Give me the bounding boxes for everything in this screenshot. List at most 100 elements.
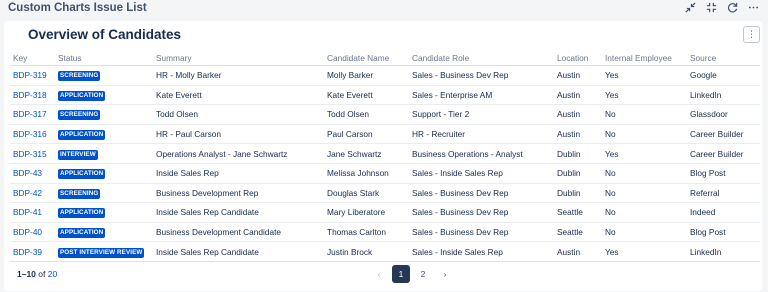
candidates-table: Key Status Summary Candidate Name Candid… bbox=[10, 51, 760, 262]
candidate-role-cell: Business Operations - Analyst bbox=[412, 143, 557, 164]
column-header-internal-employee[interactable]: Internal Employee bbox=[605, 51, 690, 66]
issue-key-cell: BDP-41 bbox=[10, 202, 58, 223]
column-header-candidate-name[interactable]: Candidate Name bbox=[327, 51, 412, 66]
candidate-name-cell: Justin Brock bbox=[327, 241, 412, 262]
table-row[interactable]: BDP-318 APPLICATION Kate Everett Kate Evere… bbox=[10, 85, 760, 106]
issue-key-link[interactable]: BDP-42 bbox=[13, 188, 42, 198]
table-row[interactable]: BDP-43 APPLICATION Inside Sales Rep Melissa… bbox=[10, 163, 760, 184]
candidate-name-cell: Douglas Stark bbox=[327, 183, 412, 204]
more-options-icon[interactable] bbox=[747, 1, 760, 14]
source-cell: Blog Post bbox=[690, 163, 760, 184]
summary-cell: Inside Sales Rep bbox=[156, 163, 327, 184]
column-header-key[interactable]: Key bbox=[10, 51, 58, 66]
candidate-role-cell: Sales - Business Dev Rep bbox=[412, 222, 557, 243]
status-cell: SCREENING bbox=[58, 65, 156, 86]
internal-employee-cell: Yes bbox=[605, 241, 690, 262]
column-header-status[interactable]: Status bbox=[58, 51, 156, 66]
column-header-source[interactable]: Source bbox=[690, 51, 760, 66]
candidate-role-cell: Sales - Enterprise AM bbox=[412, 85, 557, 106]
chevron-left-icon: ‹ bbox=[377, 269, 381, 279]
table-row[interactable]: BDP-42 SCREENING Business Development Rep D… bbox=[10, 183, 760, 204]
source-cell: Career Builder bbox=[690, 143, 760, 164]
issue-key-link[interactable]: BDP-317 bbox=[13, 109, 47, 119]
issue-key-link[interactable]: BDP-319 bbox=[13, 70, 47, 80]
previous-page-button[interactable]: ‹ bbox=[370, 265, 388, 283]
candidates-card: Overview of Candidates ⋮ Key Status Summ… bbox=[4, 21, 762, 291]
candidate-name-cell: Jane Schwartz bbox=[327, 143, 412, 164]
issue-key-cell: BDP-42 bbox=[10, 183, 58, 204]
summary-cell: Business Development Rep bbox=[156, 183, 327, 204]
issue-key-cell: BDP-319 bbox=[10, 65, 58, 86]
refresh-icon[interactable] bbox=[726, 1, 739, 14]
status-badge: SCREENING bbox=[58, 71, 101, 82]
status-cell: POST INTERVIEW REVIEW bbox=[58, 241, 156, 262]
candidate-name-cell: Paul Carson bbox=[327, 124, 412, 145]
issue-key-cell: BDP-317 bbox=[10, 104, 58, 125]
location-cell: Seattle bbox=[557, 222, 605, 243]
card-more-button[interactable]: ⋮ bbox=[743, 26, 760, 43]
source-cell: Referral bbox=[690, 183, 760, 204]
result-range: 1–10 bbox=[17, 269, 36, 279]
source-cell: Glassdoor bbox=[690, 104, 760, 125]
table-row[interactable]: BDP-315 INTERVIEW Operations Analyst - Jan… bbox=[10, 143, 760, 164]
issue-key-link[interactable]: BDP-40 bbox=[13, 227, 42, 237]
page-button-2[interactable]: 2 bbox=[414, 265, 432, 283]
issue-key-cell: BDP-40 bbox=[10, 222, 58, 243]
table-row[interactable]: BDP-39 POST INTERVIEW REVIEW Inside Sales … bbox=[10, 241, 760, 262]
column-header-summary[interactable]: Summary bbox=[156, 51, 327, 66]
candidate-name-cell: Thomas Carlton bbox=[327, 222, 412, 243]
location-cell: Austin bbox=[557, 241, 605, 262]
candidate-role-cell: Support - Tier 2 bbox=[412, 104, 557, 125]
issue-key-link[interactable]: BDP-39 bbox=[13, 247, 42, 257]
table-row[interactable]: BDP-41 APPLICATION Inside Sales Rep Candid… bbox=[10, 202, 760, 223]
candidate-name-cell: Melissa Johnson bbox=[327, 163, 412, 184]
table-row[interactable]: BDP-40 APPLICATION Business Development Ca… bbox=[10, 222, 760, 243]
status-badge: SCREENING bbox=[58, 188, 101, 199]
location-cell: Austin bbox=[557, 124, 605, 145]
status-badge: INTERVIEW bbox=[58, 149, 98, 160]
status-badge: SCREENING bbox=[58, 110, 101, 121]
status-badge: APPLICATION bbox=[58, 208, 106, 219]
status-cell: APPLICATION bbox=[58, 85, 156, 106]
status-cell: APPLICATION bbox=[58, 124, 156, 145]
internal-employee-cell: Yes bbox=[605, 85, 690, 106]
status-badge: APPLICATION bbox=[58, 90, 106, 101]
gadget-title: Custom Charts Issue List bbox=[8, 2, 147, 14]
page-button-1[interactable]: 1 bbox=[392, 265, 410, 283]
issue-key-cell: BDP-318 bbox=[10, 85, 58, 106]
issue-key-link[interactable]: BDP-315 bbox=[13, 149, 47, 159]
column-header-location[interactable]: Location bbox=[557, 51, 605, 66]
gadget-header: Custom Charts Issue List bbox=[0, 0, 768, 20]
summary-cell: Kate Everett bbox=[156, 85, 327, 106]
source-cell: LinkedIn bbox=[690, 85, 760, 106]
issue-key-link[interactable]: BDP-316 bbox=[13, 129, 47, 139]
table-row[interactable]: BDP-319 SCREENING HR - Molly Barker Molly B… bbox=[10, 65, 760, 86]
issue-key-link[interactable]: BDP-41 bbox=[13, 207, 42, 217]
issue-key-link[interactable]: BDP-318 bbox=[13, 90, 47, 100]
internal-employee-cell: No bbox=[605, 183, 690, 204]
issue-key-link[interactable]: BDP-43 bbox=[13, 168, 42, 178]
status-badge: POST INTERVIEW REVIEW bbox=[58, 247, 145, 258]
status-cell: APPLICATION bbox=[58, 163, 156, 184]
collapse-icon[interactable] bbox=[705, 1, 718, 14]
result-of-label: of bbox=[38, 269, 46, 279]
table-row[interactable]: BDP-317 SCREENING Todd Olsen Todd Olsen Supp… bbox=[10, 104, 760, 125]
source-cell: LinkedIn bbox=[690, 241, 760, 262]
result-total: 20 bbox=[47, 269, 58, 279]
column-header-candidate-role[interactable]: Candidate Role bbox=[412, 51, 557, 66]
source-cell: Blog Post bbox=[690, 222, 760, 243]
location-cell: Austin bbox=[557, 65, 605, 86]
status-cell: APPLICATION bbox=[58, 202, 156, 223]
status-badge: APPLICATION bbox=[58, 169, 106, 180]
status-badge: APPLICATION bbox=[58, 228, 106, 239]
summary-cell: Operations Analyst - Jane Schwartz bbox=[156, 143, 327, 164]
table-row[interactable]: BDP-316 APPLICATION HR - Paul Carson Paul C… bbox=[10, 124, 760, 145]
candidate-role-cell: Sales - Inside Sales Rep bbox=[412, 163, 557, 184]
location-cell: Dublin bbox=[557, 163, 605, 184]
minimize-icon[interactable] bbox=[684, 1, 697, 14]
issue-key-cell: BDP-39 bbox=[10, 241, 58, 262]
next-page-button[interactable]: › bbox=[436, 265, 454, 283]
source-cell: Google bbox=[690, 65, 760, 86]
issue-key-cell: BDP-315 bbox=[10, 143, 58, 164]
chevron-right-icon: › bbox=[443, 269, 447, 279]
